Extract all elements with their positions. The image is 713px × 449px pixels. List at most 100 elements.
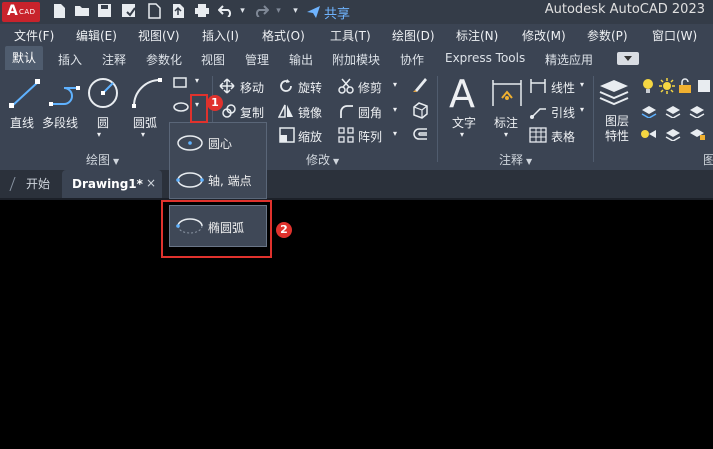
undo-icon[interactable] [217, 3, 234, 20]
layer-match-icon[interactable] [640, 104, 658, 118]
text-icon[interactable]: A [449, 72, 475, 116]
line-label[interactable]: 直线 [10, 114, 34, 131]
tab-express-tools[interactable]: Express Tools [445, 51, 525, 65]
save-icon[interactable] [96, 3, 113, 20]
tab-manage[interactable]: 管理 [245, 51, 269, 68]
tab-default[interactable]: 默认 [5, 46, 44, 70]
dimension-icon[interactable] [490, 76, 524, 110]
linear-icon [530, 79, 546, 93]
ellipse-axis-endpoint-option[interactable]: 轴, 端点 [170, 163, 266, 197]
move-button[interactable]: 移动 [240, 79, 264, 96]
menu-window[interactable]: 窗口(W) [652, 27, 697, 44]
dimension-dropdown-icon[interactable]: ▾ [504, 130, 508, 139]
lock-icon[interactable] [677, 78, 693, 94]
ellipse-icon[interactable] [172, 100, 190, 114]
tab-view[interactable]: 视图 [201, 51, 225, 68]
layer-lock-icon[interactable] [688, 127, 706, 141]
layer-square-icon[interactable] [696, 78, 712, 94]
layer-copy-icon[interactable] [664, 127, 682, 141]
rectangle-dropdown-icon[interactable]: ▾ [195, 76, 199, 85]
dimension-label[interactable]: 标注 [494, 114, 518, 131]
window-title: Autodesk AutoCAD 2023 [544, 2, 705, 17]
array-button[interactable]: 阵列 [358, 128, 382, 145]
layer-on-icon[interactable] [640, 127, 658, 141]
fillet-button[interactable]: 圆角 [358, 104, 382, 121]
offset-icon[interactable] [411, 126, 429, 144]
menu-parametric[interactable]: 参数(P) [587, 27, 628, 44]
fillet-dropdown-icon[interactable]: ▾ [393, 105, 397, 114]
arc-label[interactable]: 圆弧 [133, 114, 157, 131]
tab-parametric[interactable]: 参数化 [146, 51, 182, 68]
undo-dropdown-icon[interactable]: ▾ [234, 3, 251, 20]
tab-output[interactable]: 输出 [289, 51, 313, 68]
menu-file[interactable]: 文件(F) [14, 27, 54, 44]
scale-button[interactable]: 缩放 [298, 128, 322, 145]
redo-dropdown-icon[interactable]: ▾ [270, 3, 287, 20]
sun-icon[interactable] [659, 78, 675, 94]
print-icon[interactable] [193, 3, 210, 20]
layer-properties-label[interactable]: 图层 特性 [605, 114, 629, 144]
new-file-icon[interactable] [50, 3, 67, 20]
share-button[interactable]: 共享 [306, 3, 350, 22]
rotate-button[interactable]: 旋转 [298, 79, 322, 96]
trim-button[interactable]: 修剪 [358, 79, 382, 96]
draw-panel-title[interactable]: 绘图 ▼ [86, 151, 119, 168]
erase-icon[interactable] [411, 76, 429, 94]
drawing-canvas[interactable] [0, 200, 713, 449]
layers-panel-title[interactable]: 图 [703, 151, 713, 168]
start-tab[interactable]: 开始 [10, 170, 50, 198]
mirror-button[interactable]: 镜像 [298, 104, 322, 121]
leader-button[interactable]: 引线 [551, 104, 575, 121]
tab-featured-apps[interactable]: 精选应用 [545, 51, 593, 68]
circle-label[interactable]: 圆 [97, 114, 109, 131]
menu-view[interactable]: 视图(V) [138, 27, 180, 44]
tab-collaborate[interactable]: 协作 [400, 51, 424, 68]
menu-bar: 文件(F) 编辑(E) 视图(V) 插入(I) 格式(O) 工具(T) 绘图(D… [0, 24, 713, 46]
tab-addins[interactable]: 附加模块 [332, 51, 380, 68]
layer-freeze-icon[interactable] [688, 104, 706, 118]
linear-dropdown-icon[interactable]: ▾ [580, 80, 584, 89]
annotation-panel-title[interactable]: 注释 ▼ [499, 151, 532, 168]
leader-dropdown-icon[interactable]: ▾ [580, 105, 584, 114]
menu-edit[interactable]: 编辑(E) [76, 27, 117, 44]
linear-button[interactable]: 线性 [551, 79, 575, 96]
polyline-icon[interactable] [48, 80, 82, 110]
layer-properties-icon[interactable] [598, 78, 632, 108]
table-button[interactable]: 表格 [551, 128, 575, 145]
line-icon[interactable] [8, 78, 42, 110]
copy-button[interactable]: 复制 [240, 104, 264, 121]
rectangle-icon[interactable] [172, 76, 188, 90]
text-dropdown-icon[interactable]: ▾ [460, 130, 464, 139]
arc-icon[interactable] [130, 76, 164, 110]
save-as-icon[interactable] [120, 3, 137, 20]
circle-icon[interactable] [86, 76, 120, 110]
ribbon-more-button[interactable] [617, 52, 639, 65]
layer-isolate-icon[interactable] [664, 104, 682, 118]
menu-format[interactable]: 格式(O) [262, 27, 305, 44]
arc-dropdown-icon[interactable]: ▾ [141, 130, 145, 139]
modify-panel-title[interactable]: 修改 ▼ [306, 151, 339, 168]
text-label[interactable]: 文字 [452, 114, 476, 131]
polyline-label[interactable]: 多段线 [42, 114, 78, 131]
drawing1-tab[interactable]: Drawing1* × [62, 170, 162, 198]
trim-dropdown-icon[interactable]: ▾ [393, 80, 397, 89]
tab-insert[interactable]: 插入 [58, 51, 82, 68]
menu-modify[interactable]: 修改(M) [522, 27, 566, 44]
web-save-icon[interactable] [145, 3, 162, 20]
menu-draw[interactable]: 绘图(D) [392, 27, 435, 44]
lightbulb-icon[interactable] [640, 78, 656, 94]
upload-icon[interactable] [169, 3, 186, 20]
menu-insert[interactable]: 插入(I) [202, 27, 239, 44]
close-tab-icon[interactable]: × [146, 176, 156, 190]
customize-dropdown-icon[interactable]: ▾ [287, 3, 304, 20]
circle-dropdown-icon[interactable]: ▾ [97, 130, 101, 139]
tab-annotate[interactable]: 注释 [102, 51, 126, 68]
ellipse-center-option[interactable]: 圆心 [170, 126, 266, 160]
open-folder-icon[interactable] [73, 3, 90, 20]
redo-icon[interactable] [252, 3, 269, 20]
menu-dimension[interactable]: 标注(N) [456, 27, 498, 44]
explode-icon[interactable] [411, 101, 429, 119]
array-dropdown-icon[interactable]: ▾ [393, 129, 397, 138]
autocad-logo-button[interactable]: A CAD [2, 2, 40, 22]
menu-tools[interactable]: 工具(T) [330, 27, 371, 44]
